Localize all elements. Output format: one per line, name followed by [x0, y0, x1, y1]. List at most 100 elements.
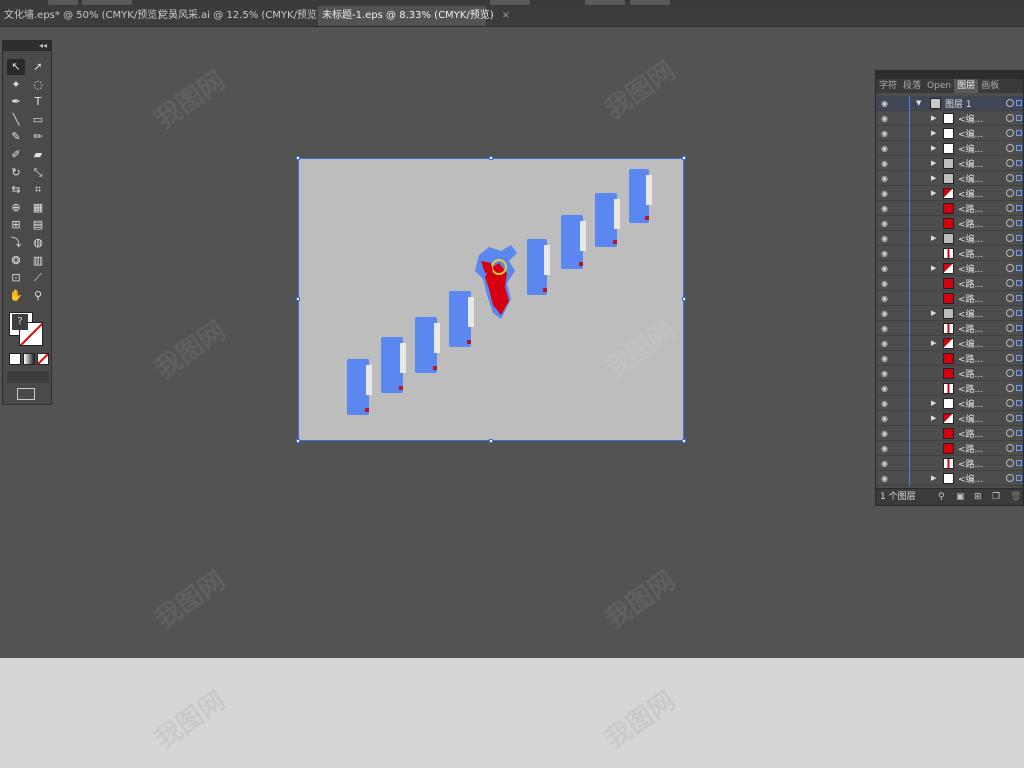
layer-row[interactable]: ◉ <路...	[876, 441, 1023, 456]
scale-tool[interactable]: ⤡	[29, 165, 47, 181]
free-transform-tool[interactable]: ⌗	[29, 182, 47, 198]
shape-builder-tool[interactable]: ⊕	[7, 200, 25, 216]
selection-indicator[interactable]	[1016, 385, 1022, 391]
expand-triangle-icon[interactable]: ▶	[931, 339, 936, 347]
selection-indicator[interactable]	[1016, 235, 1022, 241]
eye-icon[interactable]: ◉	[881, 429, 888, 438]
selection-handle[interactable]	[296, 156, 300, 160]
eye-icon[interactable]: ◉	[881, 384, 888, 393]
target-icon[interactable]	[1006, 354, 1014, 362]
expand-triangle-icon[interactable]: ▶	[931, 189, 936, 197]
selection-handle[interactable]	[489, 156, 493, 160]
paintbrush-tool[interactable]: ✎	[7, 129, 25, 145]
control-swatch[interactable]	[48, 0, 78, 5]
selection-indicator[interactable]	[1016, 400, 1022, 406]
display-board-artwork[interactable]	[415, 317, 440, 373]
new-sublayer-icon[interactable]: ⊞	[974, 489, 982, 505]
selection-indicator[interactable]	[1016, 130, 1022, 136]
pencil-tool[interactable]: ✏	[29, 129, 47, 145]
expand-triangle-icon[interactable]: ▶	[931, 264, 936, 272]
layer-row[interactable]: ◉ <路...	[876, 276, 1023, 291]
layer-row[interactable]: ◉ ▶ <编...	[876, 141, 1023, 156]
selection-indicator[interactable]	[1016, 310, 1022, 316]
perspective-grid-tool[interactable]: ▦	[29, 200, 47, 216]
eye-icon[interactable]: ◉	[881, 339, 888, 348]
layer-row[interactable]: ◉ <路...	[876, 201, 1023, 216]
display-board-artwork[interactable]	[561, 215, 586, 269]
layer-row[interactable]: ◉ ▶ <编...	[876, 261, 1023, 276]
eyedropper-tool[interactable]: ⤵	[7, 235, 25, 251]
eye-icon[interactable]: ◉	[881, 99, 888, 108]
layer-row[interactable]: ◉ ▶ <编...	[876, 186, 1023, 201]
tab-document-2[interactable]: 党员风采.ai @ 12.5% (CMYK/预览)×	[154, 6, 337, 26]
expand-triangle-icon[interactable]: ▶	[931, 474, 936, 482]
eye-icon[interactable]: ◉	[881, 444, 888, 453]
target-icon[interactable]	[1006, 99, 1014, 107]
control-field[interactable]	[630, 0, 670, 5]
target-icon[interactable]	[1006, 204, 1014, 212]
layer-row[interactable]: ◉ ▶ <编...	[876, 336, 1023, 351]
control-field[interactable]	[585, 0, 625, 5]
layer-row[interactable]: ◉ ▶ <编...	[876, 126, 1023, 141]
layer-row[interactable]: ◉ <路...	[876, 366, 1023, 381]
selection-indicator[interactable]	[1016, 250, 1022, 256]
layer-row[interactable]: ◉ ▶ <编...	[876, 471, 1023, 486]
selection-indicator[interactable]	[1016, 265, 1022, 271]
eye-icon[interactable]: ◉	[881, 294, 888, 303]
layer-row[interactable]: ◉ <路...	[876, 246, 1023, 261]
eye-icon[interactable]: ◉	[881, 474, 888, 483]
expand-triangle-icon[interactable]: ▶	[931, 129, 936, 137]
eye-icon[interactable]: ◉	[881, 279, 888, 288]
target-icon[interactable]	[1006, 144, 1014, 152]
selection-tool[interactable]: ↖	[7, 59, 25, 75]
selection-handle[interactable]	[682, 439, 686, 443]
selection-indicator[interactable]	[1016, 280, 1022, 286]
eye-icon[interactable]: ◉	[881, 369, 888, 378]
layer-row[interactable]: ◉ <路...	[876, 291, 1023, 306]
pen-tool[interactable]: ✒	[7, 94, 25, 110]
eye-icon[interactable]: ◉	[881, 324, 888, 333]
eye-icon[interactable]: ◉	[881, 204, 888, 213]
rotate-tool[interactable]: ↻	[7, 165, 25, 181]
target-icon[interactable]	[1006, 249, 1014, 257]
symbol-sprayer-tool[interactable]: ❂	[7, 253, 25, 269]
layer-row[interactable]: ◉ ▶ <编...	[876, 111, 1023, 126]
emblem-artwork[interactable]	[471, 243, 525, 323]
selection-indicator[interactable]	[1016, 220, 1022, 226]
tab-document-3[interactable]: 未标题-1.eps @ 8.33% (CMYK/预览) ×	[318, 6, 510, 26]
expand-triangle-icon[interactable]: ▶	[931, 414, 936, 422]
display-board-artwork[interactable]	[449, 291, 474, 347]
selection-handle[interactable]	[296, 439, 300, 443]
selection-indicator[interactable]	[1016, 445, 1022, 451]
layer-row[interactable]: ◉ ▶ <编...	[876, 171, 1023, 186]
eye-icon[interactable]: ◉	[881, 129, 888, 138]
target-icon[interactable]	[1006, 369, 1014, 377]
selection-indicator[interactable]	[1016, 115, 1022, 121]
target-icon[interactable]	[1006, 429, 1014, 437]
hand-tool[interactable]: ✋	[7, 288, 25, 304]
eye-icon[interactable]: ◉	[881, 219, 888, 228]
slice-tool[interactable]: ⟋	[29, 270, 47, 286]
tab-artboards[interactable]: 画板	[978, 79, 1002, 93]
control-field[interactable]	[490, 0, 530, 5]
tab-paragraph[interactable]: 段落	[900, 79, 924, 93]
lasso-tool[interactable]: ◌	[29, 77, 47, 93]
layer-row[interactable]: ◉ ▶ <编...	[876, 156, 1023, 171]
target-icon[interactable]	[1006, 219, 1014, 227]
column-graph-tool[interactable]: ▥	[29, 253, 47, 269]
trash-icon[interactable]: 🗑	[1010, 489, 1021, 505]
close-icon[interactable]: ×	[502, 10, 510, 21]
control-field[interactable]	[82, 0, 132, 5]
width-tool[interactable]: ⇆	[7, 182, 25, 198]
target-icon[interactable]	[1006, 189, 1014, 197]
selection-indicator[interactable]	[1016, 325, 1022, 331]
eye-icon[interactable]: ◉	[881, 234, 888, 243]
selection-indicator[interactable]	[1016, 355, 1022, 361]
artboard[interactable]	[296, 156, 686, 443]
eye-icon[interactable]: ◉	[881, 174, 888, 183]
target-icon[interactable]	[1006, 129, 1014, 137]
selection-indicator[interactable]	[1016, 340, 1022, 346]
selection-indicator[interactable]	[1016, 145, 1022, 151]
target-icon[interactable]	[1006, 114, 1014, 122]
target-icon[interactable]	[1006, 474, 1014, 482]
